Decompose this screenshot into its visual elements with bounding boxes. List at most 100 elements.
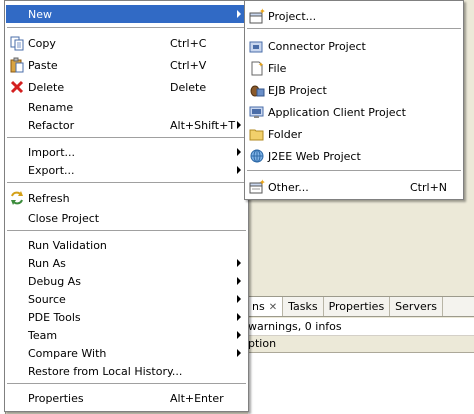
menu-item-label: Application Client Project (268, 106, 406, 119)
menu-item-label: Import... (28, 146, 75, 159)
svg-text:✦: ✦ (259, 8, 265, 16)
menu-item-label: Connector Project (268, 40, 366, 53)
menu-item-label: File (268, 62, 287, 75)
menu-separator (247, 28, 461, 30)
table-column-header-description[interactable]: ption (248, 336, 474, 353)
menu-item-delete[interactable]: Delete Delete (6, 78, 247, 96)
menu-item-label: Paste (28, 59, 58, 72)
menu-item-import[interactable]: Import... (6, 143, 247, 161)
menu-separator (7, 230, 246, 232)
menu-item-label: Run As (28, 257, 66, 270)
menu-separator (7, 182, 246, 184)
menu-item-debug-as[interactable]: Debug As (6, 272, 247, 290)
menu-item-label: New (28, 8, 52, 21)
menu-item-shortcut: Alt+Shift+T (170, 119, 236, 132)
menu-item-properties[interactable]: Properties Alt+Enter (6, 389, 247, 407)
svg-text:✦: ✦ (259, 179, 265, 187)
problems-table (248, 353, 474, 414)
menu-item-label: Close Project (28, 212, 100, 225)
connector-project-icon (249, 38, 265, 54)
menu-item-label: Properties (28, 392, 84, 405)
menu-item-label: Debug As (28, 275, 81, 288)
menu-item-label: Export... (28, 164, 75, 177)
menu-separator (247, 170, 461, 172)
menu-item-close-project[interactable]: Close Project (6, 209, 247, 227)
menu-item-pde-tools[interactable]: PDE Tools (6, 308, 247, 326)
submenu-item-project[interactable]: ✦ Project... (246, 7, 462, 25)
app-client-project-icon (249, 104, 265, 120)
menu-item-run-as[interactable]: Run As (6, 254, 247, 272)
submenu-item-application-client-project[interactable]: Application Client Project (246, 103, 462, 121)
menu-item-label: Team (28, 329, 58, 342)
menu-item-run-validation[interactable]: Run Validation (6, 236, 247, 254)
new-submenu: ✦ Project... Connector Project ✦ File EJ… (244, 0, 464, 200)
submenu-arrow-icon (237, 10, 241, 18)
menu-item-label: Source (28, 293, 66, 306)
menu-item-rename[interactable]: Rename (6, 98, 247, 116)
tab-servers[interactable]: Servers (390, 297, 443, 316)
tab-tasks[interactable]: Tasks (283, 297, 324, 316)
menu-item-new[interactable]: New (6, 5, 247, 23)
tab-properties[interactable]: Properties (324, 297, 391, 316)
submenu-item-file[interactable]: ✦ File (246, 59, 462, 77)
submenu-arrow-icon (237, 121, 241, 129)
submenu-item-ejb-project[interactable]: EJB Project (246, 81, 462, 99)
menu-item-shortcut: Alt+Enter (170, 392, 224, 405)
refresh-icon (9, 190, 25, 206)
submenu-arrow-icon (237, 277, 241, 285)
submenu-item-connector-project[interactable]: Connector Project (246, 37, 462, 55)
menu-item-restore-local-history[interactable]: Restore from Local History... (6, 362, 247, 380)
submenu-arrow-icon (237, 148, 241, 156)
other-wizard-icon: ✦ (249, 179, 265, 195)
menu-item-label: Folder (268, 128, 302, 141)
submenu-item-folder[interactable]: Folder (246, 125, 462, 143)
submenu-arrow-icon (237, 295, 241, 303)
new-project-icon: ✦ (249, 8, 265, 24)
menu-separator (7, 137, 246, 139)
menu-item-label: Compare With (28, 347, 107, 360)
submenu-item-other[interactable]: ✦ Other... Ctrl+N (246, 178, 462, 196)
menu-item-shortcut: Ctrl+V (170, 59, 207, 72)
menu-item-shortcut: Ctrl+N (410, 181, 448, 194)
submenu-arrow-icon (237, 313, 241, 321)
menu-item-export[interactable]: Export... (6, 161, 247, 179)
menu-item-label: Delete (28, 81, 65, 94)
tab-problems-label: ns (252, 300, 265, 313)
menu-item-shortcut: Delete (170, 81, 207, 94)
copy-icon (9, 35, 25, 51)
submenu-arrow-icon (237, 331, 241, 339)
submenu-arrow-icon (237, 349, 241, 357)
menu-item-copy[interactable]: Copy Ctrl+C (6, 34, 247, 52)
menu-item-label: PDE Tools (28, 311, 81, 324)
close-icon[interactable]: ✕ (269, 302, 277, 313)
menu-item-label: J2EE Web Project (268, 150, 361, 163)
submenu-arrow-icon (237, 166, 241, 174)
svg-text:✦: ✦ (258, 61, 264, 69)
menu-item-source[interactable]: Source (6, 290, 247, 308)
menu-item-label: Other... (268, 181, 309, 194)
menu-item-label: Project... (268, 10, 317, 23)
submenu-item-j2ee-web-project[interactable]: J2EE Web Project (246, 147, 462, 165)
menu-item-label: EJB Project (268, 84, 327, 97)
menu-separator (7, 383, 246, 385)
menu-item-compare-with[interactable]: Compare With (6, 344, 247, 362)
ejb-project-icon (249, 82, 265, 98)
menu-item-refresh[interactable]: Refresh (6, 189, 247, 207)
delete-icon (9, 79, 25, 95)
menu-separator (7, 27, 246, 29)
menu-item-refactor[interactable]: Refactor Alt+Shift+T (6, 116, 247, 134)
menu-item-label: Restore from Local History... (28, 365, 183, 378)
menu-item-label: Rename (28, 101, 74, 114)
problems-summary: warnings, 0 infos (248, 318, 474, 336)
view-tab-bar: ns ✕ Tasks Properties Servers (248, 296, 474, 317)
folder-icon (249, 126, 265, 142)
menu-item-paste[interactable]: Paste Ctrl+V (6, 56, 247, 74)
menu-item-label: Refresh (28, 192, 70, 205)
new-file-icon: ✦ (249, 60, 265, 76)
menu-item-label: Run Validation (28, 239, 107, 252)
paste-icon (9, 57, 25, 73)
web-project-icon (249, 148, 265, 164)
menu-item-team[interactable]: Team (6, 326, 247, 344)
menu-item-label: Copy (28, 37, 56, 50)
tab-problems[interactable]: ns ✕ (248, 297, 284, 316)
